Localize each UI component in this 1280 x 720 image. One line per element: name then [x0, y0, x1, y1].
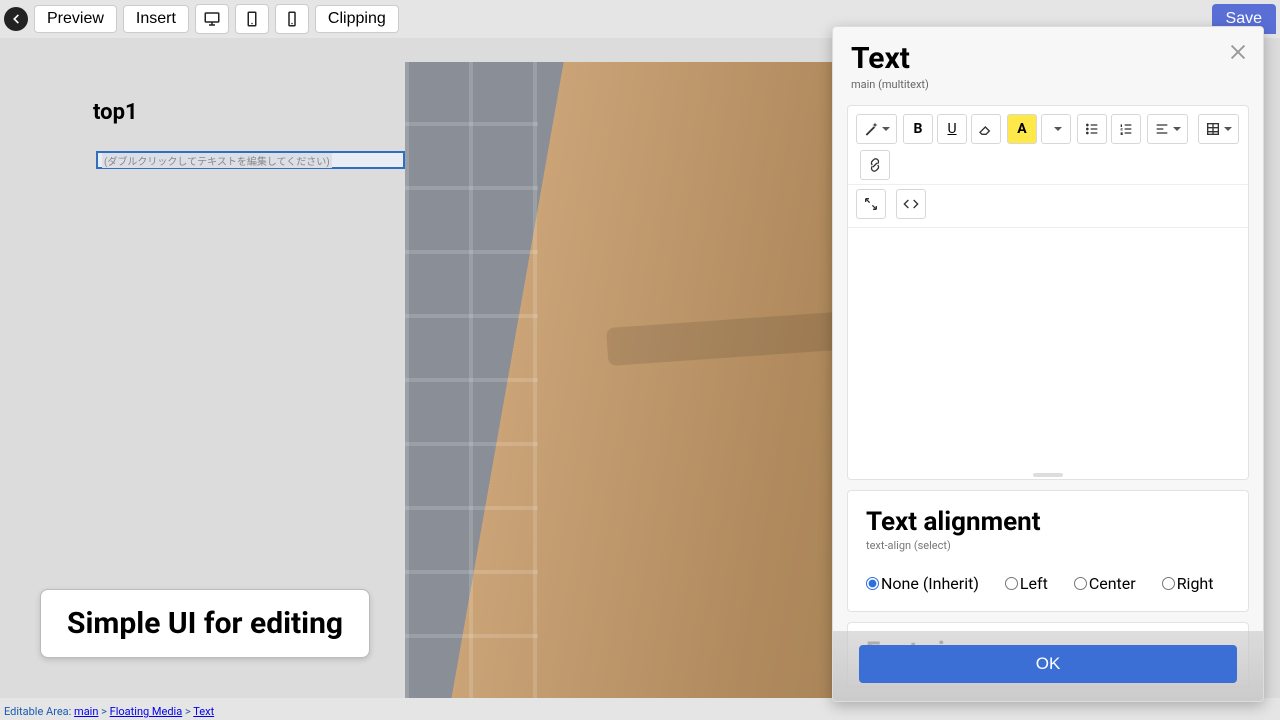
panel-footer: OK [833, 631, 1263, 701]
panel-scroll[interactable]: B U A [833, 95, 1263, 701]
breadcrumb-prefix: Editable Area: [4, 705, 71, 718]
breadcrumb-main[interactable]: main [74, 705, 98, 718]
align-none-radio[interactable] [866, 577, 879, 590]
numbered-list-icon [1118, 121, 1134, 137]
table-icon [1205, 121, 1221, 137]
magic-format-button[interactable] [856, 114, 897, 144]
expand-icon [863, 196, 879, 212]
align-center-label: Center [1089, 574, 1136, 593]
align-right-label: Right [1177, 574, 1214, 593]
bullet-list-icon [1084, 121, 1100, 137]
back-button[interactable] [4, 7, 28, 31]
eraser-button[interactable] [971, 114, 1001, 144]
fullscreen-button[interactable] [856, 189, 886, 219]
ok-button[interactable]: OK [859, 645, 1237, 683]
align-left[interactable]: Left [1005, 574, 1048, 593]
align-center[interactable]: Center [1074, 574, 1136, 593]
align-none-label: None (Inherit) [881, 574, 979, 593]
align-none[interactable]: None (Inherit) [866, 574, 979, 593]
align-left-radio[interactable] [1005, 577, 1018, 590]
panel-close-button[interactable] [1227, 41, 1249, 63]
bullet-list-button[interactable] [1077, 114, 1107, 144]
underline-button[interactable]: U [937, 114, 967, 144]
resize-handle[interactable] [1033, 473, 1063, 477]
align-options: None (Inherit) Left Center Right [866, 574, 1230, 593]
text-properties-panel: Text main (multitext) B U A [832, 26, 1264, 702]
insert-button[interactable]: Insert [123, 5, 189, 33]
code-icon [903, 196, 919, 212]
align-dropdown[interactable] [1147, 114, 1188, 144]
device-phone-button[interactable] [275, 4, 309, 34]
device-desktop-button[interactable] [195, 4, 229, 34]
source-code-button[interactable] [896, 189, 926, 219]
link-icon [867, 157, 883, 173]
text-color-button[interactable]: A [1007, 114, 1037, 144]
align-icon [1154, 121, 1170, 137]
align-left-label: Left [1020, 574, 1048, 593]
link-button[interactable] [860, 150, 890, 180]
text-color-dropdown[interactable] [1041, 114, 1071, 144]
panel-title: Text [851, 41, 1245, 76]
table-dropdown[interactable] [1198, 114, 1239, 144]
bold-button[interactable]: B [903, 114, 933, 144]
richtext-toolbar: B U A [848, 106, 1248, 185]
clipping-button[interactable]: Clipping [315, 5, 399, 33]
align-subtitle: text-align (select) [866, 539, 1230, 552]
arrow-left-icon [9, 12, 23, 26]
breadcrumb-text[interactable]: Text [193, 705, 214, 718]
align-center-radio[interactable] [1074, 577, 1087, 590]
richtext-editor-card: B U A [847, 105, 1249, 480]
magic-wand-icon [863, 121, 879, 137]
separator-icon: > [101, 705, 109, 718]
align-right-radio[interactable] [1162, 577, 1175, 590]
richtext-area[interactable] [848, 227, 1248, 479]
separator-icon: > [185, 705, 193, 718]
page-heading: top1 [93, 100, 138, 125]
align-right[interactable]: Right [1162, 574, 1214, 593]
panel-subtitle: main (multitext) [851, 78, 1245, 91]
text-alignment-card: Text alignment text-align (select) None … [847, 490, 1249, 612]
textfield-placeholder: (ダブルクリックしてテキストを編集してください) [102, 153, 332, 168]
editable-textfield[interactable]: (ダブルクリックしてテキストを編集してください) [96, 151, 405, 169]
breadcrumb-floating-media[interactable]: Floating Media [110, 705, 183, 718]
eraser-icon [978, 121, 994, 137]
preview-button[interactable]: Preview [34, 5, 117, 33]
callout-box: Simple UI for editing [40, 589, 370, 658]
numbered-list-button[interactable] [1111, 114, 1141, 144]
close-icon [1227, 41, 1249, 63]
align-title: Text alignment [866, 507, 1230, 537]
tablet-icon [243, 10, 261, 28]
phone-icon [283, 10, 301, 28]
panel-header: Text main (multitext) [833, 27, 1263, 95]
desktop-icon [203, 10, 221, 28]
device-tablet-button[interactable] [235, 4, 269, 34]
breadcrumb: Editable Area: main > Floating Media > T… [4, 705, 214, 718]
